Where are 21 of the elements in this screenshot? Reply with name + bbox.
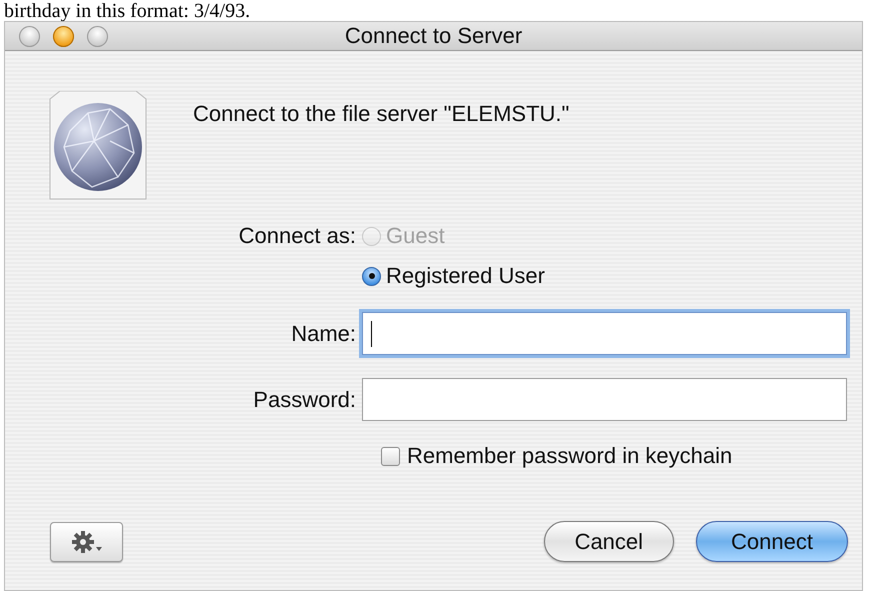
close-button[interactable] <box>19 26 40 46</box>
password-field[interactable] <box>362 378 847 421</box>
radio-button[interactable] <box>362 266 381 286</box>
window-title: Connect to Server <box>344 23 522 48</box>
radio-label: Guest <box>386 223 445 249</box>
checkbox[interactable] <box>381 446 400 466</box>
field-label: Password: <box>253 386 357 412</box>
connect-as-label: Connect as: <box>238 223 357 249</box>
action-menu-button[interactable] <box>50 522 123 562</box>
background-text: birthday in this format: 3/4/93. <box>4 0 250 22</box>
minimize-button[interactable] <box>53 26 74 46</box>
zoom-button[interactable] <box>87 26 108 46</box>
gear-icon <box>70 528 104 554</box>
cancel-button[interactable]: Cancel <box>544 521 674 562</box>
connect-button[interactable]: Connect <box>696 521 848 562</box>
message-text: Connect to the file server "ELEMSTU." <box>193 101 570 127</box>
radio-label: Registered User <box>386 263 545 289</box>
network-globe-icon <box>48 91 148 201</box>
field-label: Name: <box>291 320 357 346</box>
checkbox-label: Remember password in keychain <box>407 443 732 469</box>
name-field[interactable] <box>362 312 847 355</box>
